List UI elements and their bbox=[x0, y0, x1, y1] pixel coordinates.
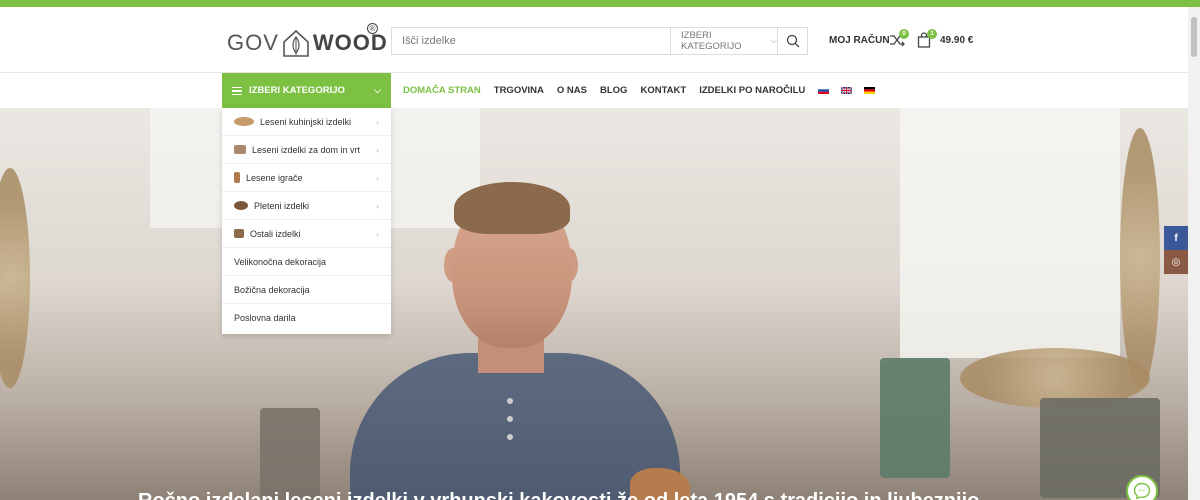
messenger-icon bbox=[1133, 482, 1151, 500]
category-item-kitchen[interactable]: Leseni kuhinjski izdelki › bbox=[222, 108, 391, 136]
menu-item-contact[interactable]: KONTAKT bbox=[640, 85, 686, 96]
shirt-button bbox=[507, 434, 513, 440]
instagram-button[interactable]: ◎ bbox=[1164, 250, 1188, 274]
search-category-label: IZBERI KATEGORIJO bbox=[681, 30, 742, 52]
chevron-right-icon: › bbox=[376, 144, 379, 155]
search-button[interactable] bbox=[777, 28, 807, 54]
menu-item-blog[interactable]: BLOG bbox=[600, 85, 627, 96]
chevron-down-icon: ⌵ bbox=[374, 85, 381, 95]
basket-icon bbox=[234, 201, 248, 210]
category-item-toys[interactable]: Lesene igrače › bbox=[222, 164, 391, 192]
category-item-easter[interactable]: Velikonočna dekoracija bbox=[222, 248, 391, 276]
machine-image bbox=[260, 408, 320, 500]
shirt-button bbox=[507, 398, 513, 404]
dust-pipe-image bbox=[0, 168, 30, 388]
slovenian-flag-icon[interactable] bbox=[818, 87, 830, 94]
chevron-right-icon: › bbox=[376, 172, 379, 183]
search-category-select[interactable]: IZBERI KATEGORIJO ⌵ bbox=[670, 28, 777, 54]
cart-total[interactable]: 49.90 € bbox=[940, 35, 973, 46]
menu-item-shop[interactable]: TRGOVINA bbox=[494, 85, 544, 96]
english-flag-icon[interactable] bbox=[841, 87, 853, 94]
category-dropdown: Leseni kuhinjski izdelki › Leseni izdelk… bbox=[222, 108, 391, 334]
scrollbar-thumb[interactable] bbox=[1191, 17, 1197, 57]
category-toggle-label: IZBERI KATEGORIJO bbox=[249, 85, 345, 96]
cart-button[interactable]: 1 bbox=[917, 29, 937, 50]
german-flag-icon[interactable] bbox=[864, 87, 876, 94]
category-label: Leseni izdelki za dom in vrt bbox=[252, 144, 361, 155]
cart-count-badge: 1 bbox=[927, 29, 937, 39]
category-label: Leseni kuhinjski izdelki bbox=[260, 116, 352, 127]
site-header: GOV WOOD ® IZBERI KATEGORIJO ⌵ MOJ RAČUN… bbox=[0, 7, 1200, 73]
person-hair bbox=[454, 182, 570, 234]
compare-button[interactable]: 0 bbox=[889, 29, 909, 50]
messenger-chat-button[interactable] bbox=[1126, 475, 1158, 500]
category-label: Božična dekoracija bbox=[234, 284, 310, 295]
main-navigation: IZBERI KATEGORIJO ⌵ DOMAČA STRAN TRGOVIN… bbox=[0, 73, 1188, 108]
chevron-right-icon: › bbox=[376, 228, 379, 239]
facebook-button[interactable]: f bbox=[1164, 226, 1188, 250]
search-input[interactable] bbox=[392, 28, 670, 54]
search-bar: IZBERI KATEGORIJO ⌵ bbox=[391, 27, 808, 55]
hero-caption: Ročno izdelani leseni izdelki v vrhunski… bbox=[138, 490, 979, 500]
hero-banner: Ročno izdelani leseni izdelki v vrhunski… bbox=[0, 108, 1188, 500]
search-icon bbox=[786, 34, 799, 48]
category-label: Velikonočna dekoracija bbox=[234, 256, 327, 267]
background-window bbox=[900, 108, 1120, 358]
category-label: Ostali izdelki bbox=[250, 228, 301, 239]
category-label: Pleteni izdelki bbox=[254, 200, 310, 211]
social-sidebar: f ◎ bbox=[1164, 226, 1188, 274]
site-logo[interactable]: GOV WOOD ® bbox=[227, 23, 388, 59]
main-menu: DOMAČA STRAN TRGOVINA O NAS BLOG KONTAKT… bbox=[403, 73, 887, 108]
menu-item-about[interactable]: O NAS bbox=[557, 85, 587, 96]
top-accent-strip bbox=[0, 0, 1200, 7]
category-item-home-garden[interactable]: Leseni izdelki za dom in vrt › bbox=[222, 136, 391, 164]
category-item-other[interactable]: Ostali izdelki › bbox=[222, 220, 391, 248]
logo-text-right: WOOD bbox=[312, 30, 388, 55]
dust-pipe-image bbox=[1120, 128, 1160, 388]
chevron-right-icon: › bbox=[376, 116, 379, 127]
category-item-christmas[interactable]: Božična dekoracija bbox=[222, 276, 391, 304]
category-label: Poslovna darila bbox=[234, 313, 296, 323]
chevron-right-icon: › bbox=[376, 200, 379, 211]
registered-mark: ® bbox=[367, 23, 378, 34]
compare-count-badge: 0 bbox=[899, 29, 909, 39]
category-item-woven[interactable]: Pleteni izdelki › bbox=[222, 192, 391, 220]
logo-text-left: GOV bbox=[227, 30, 279, 55]
category-menu-toggle[interactable]: IZBERI KATEGORIJO ⌵ bbox=[222, 73, 391, 108]
category-item-business-gifts[interactable]: Poslovna darila bbox=[222, 304, 391, 332]
menu-item-home[interactable]: DOMAČA STRAN bbox=[403, 85, 481, 96]
wooden-toy-icon bbox=[234, 172, 240, 183]
my-account-link[interactable]: MOJ RAČUN bbox=[829, 35, 890, 46]
shirt-button bbox=[507, 416, 513, 422]
wooden-items-icon bbox=[234, 145, 246, 154]
hamburger-icon bbox=[232, 86, 242, 95]
page-scrollbar[interactable] bbox=[1188, 7, 1200, 500]
machine-image bbox=[880, 358, 950, 478]
box-icon bbox=[234, 229, 244, 238]
wooden-board-icon bbox=[234, 117, 254, 126]
menu-item-custom-orders[interactable]: IZDELKI PO NAROČILU bbox=[699, 85, 805, 96]
category-label: Lesene igrače bbox=[246, 172, 303, 183]
instagram-icon: ◎ bbox=[1171, 256, 1181, 268]
house-logo-icon bbox=[283, 29, 309, 57]
facebook-icon: f bbox=[1174, 232, 1178, 244]
